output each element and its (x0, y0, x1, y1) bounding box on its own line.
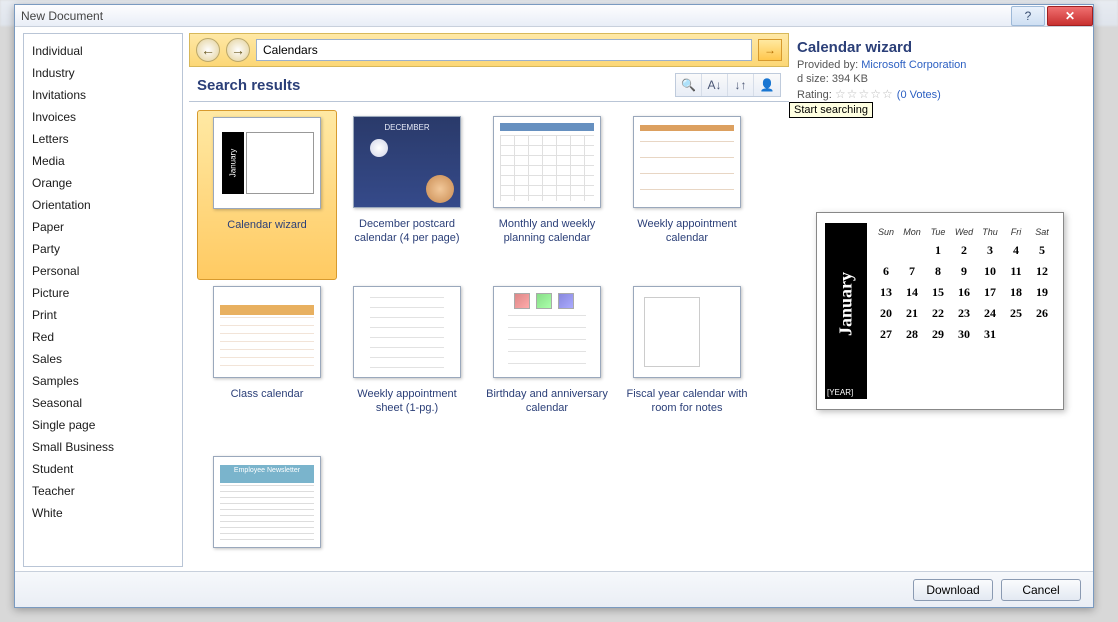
sidebar-item[interactable]: Single page (26, 414, 180, 436)
size-label: d size: (797, 73, 829, 85)
results-toolbar: 🔍 A↓ ↓↑ 👤 (675, 73, 781, 97)
sidebar-item[interactable]: Personal (26, 260, 180, 282)
template-item[interactable]: Monthly and weekly planning calendar (477, 110, 617, 280)
sidebar-item[interactable]: Small Business (26, 436, 180, 458)
template-thumbnail (493, 286, 601, 378)
sidebar-item[interactable]: Party (26, 238, 180, 260)
new-document-dialog: New Document ? ✕ IndividualIndustryInvit… (14, 4, 1094, 608)
results-title: Search results (197, 77, 300, 94)
search-bar: ← → → (189, 33, 789, 67)
arrow-right-icon: → (231, 42, 245, 58)
template-item[interactable]: December postcard calendar (4 per page) (337, 110, 477, 280)
preview-area: January [YEAR] SunMonTueWedThuFriSat1234… (795, 102, 1085, 567)
sidebar-item[interactable]: Student (26, 458, 180, 480)
detail-title: Calendar wizard (795, 33, 1085, 58)
results-header: Search results 🔍 A↓ ↓↑ 👤 (189, 67, 789, 101)
download-button[interactable]: Download (913, 579, 993, 601)
sidebar-item[interactable]: Individual (26, 40, 180, 62)
template-label: Birthday and anniversary calendar (483, 388, 611, 416)
sidebar-item[interactable]: Samples (26, 370, 180, 392)
sort-name-button[interactable]: A↓ (702, 74, 728, 96)
community-button[interactable]: 👤 (754, 74, 780, 96)
rating-stars-icon: ☆☆☆☆☆ (835, 87, 894, 101)
template-label: Class calendar (231, 388, 304, 402)
nav-back-button[interactable]: ← (196, 38, 220, 62)
template-label: Weekly appointment sheet (1-pg.) (343, 388, 471, 416)
template-label: Monthly and weekly planning calendar (483, 218, 611, 246)
rating-label: Rating: (797, 89, 832, 101)
template-label: Calendar wizard (227, 219, 306, 233)
sidebar-item[interactable]: Picture (26, 282, 180, 304)
template-thumbnail (213, 286, 321, 378)
template-thumbnail (493, 116, 601, 208)
center-panel: ← → → Search results 🔍 A↓ ↓↑ 👤 (189, 33, 789, 567)
detail-size: d size: 394 KB (795, 72, 1085, 86)
sidebar-item[interactable]: Red (26, 326, 180, 348)
template-item[interactable]: Calendar wizard (197, 110, 337, 280)
preview-grid: SunMonTueWedThuFriSat1234567891011121314… (873, 227, 1055, 342)
template-item[interactable]: Class calendar (197, 280, 337, 450)
detail-rating: Rating: ☆☆☆☆☆ (0 Votes) (795, 86, 1085, 102)
sort-rating-button[interactable]: ↓↑ (728, 74, 754, 96)
search-input[interactable] (256, 39, 752, 61)
template-thumbnail (213, 456, 321, 548)
results-list[interactable]: Calendar wizard December postcard calenda… (189, 101, 789, 567)
sidebar-item[interactable]: Industry (26, 62, 180, 84)
template-thumbnail (633, 286, 741, 378)
template-label: Fiscal year calendar with room for notes (623, 388, 751, 416)
window-controls: ? ✕ (1011, 6, 1093, 26)
sidebar-item[interactable]: Letters (26, 128, 180, 150)
votes-link[interactable]: (0 Votes) (897, 89, 941, 101)
sidebar-item[interactable]: Teacher (26, 480, 180, 502)
dialog-body: IndividualIndustryInvitationsInvoicesLet… (15, 27, 1093, 567)
sidebar-item[interactable]: Media (26, 150, 180, 172)
template-item[interactable] (197, 450, 337, 567)
nav-forward-button[interactable]: → (226, 38, 250, 62)
template-item[interactable]: Birthday and anniversary calendar (477, 280, 617, 450)
template-preview: January [YEAR] SunMonTueWedThuFriSat1234… (816, 212, 1064, 410)
titlebar: New Document ? ✕ (15, 5, 1093, 27)
cancel-button[interactable]: Cancel (1001, 579, 1081, 601)
window-title: New Document (21, 9, 103, 23)
search-go-button[interactable]: → (758, 39, 782, 61)
preview-year: [YEAR] (827, 388, 853, 397)
arrow-left-icon: ← (201, 42, 215, 58)
sidebar-item[interactable]: Seasonal (26, 392, 180, 414)
help-button[interactable]: ? (1011, 6, 1045, 26)
sidebar-item[interactable]: White (26, 502, 180, 524)
template-label: Weekly appointment calendar (623, 218, 751, 246)
sort-az-icon: A↓ (707, 78, 721, 92)
template-thumbnail (353, 286, 461, 378)
preview-month: January (825, 223, 867, 385)
template-item[interactable]: Weekly appointment calendar (617, 110, 757, 280)
template-thumbnail (213, 117, 321, 209)
sort-icon: ↓↑ (735, 78, 747, 92)
search-tooltip: Start searching (789, 102, 873, 118)
sidebar-item[interactable]: Orientation (26, 194, 180, 216)
template-label: December postcard calendar (4 per page) (343, 218, 471, 246)
arrow-right-icon: → (764, 43, 776, 57)
size-value: 394 KB (832, 73, 868, 85)
sidebar-item[interactable]: Print (26, 304, 180, 326)
sidebar-item[interactable]: Invoices (26, 106, 180, 128)
sidebar-item[interactable]: Paper (26, 216, 180, 238)
sidebar-item[interactable]: Sales (26, 348, 180, 370)
provider-link[interactable]: Microsoft Corporation (861, 59, 966, 71)
template-item[interactable]: Weekly appointment sheet (1-pg.) (337, 280, 477, 450)
dialog-footer: Download Cancel (15, 571, 1093, 607)
magnifier-icon: 🔍 (681, 78, 696, 92)
sidebar-item[interactable]: Invitations (26, 84, 180, 106)
template-item[interactable]: Fiscal year calendar with room for notes (617, 280, 757, 450)
person-icon: 👤 (760, 78, 775, 92)
detail-provided-by: Provided by: Microsoft Corporation (795, 58, 1085, 72)
template-thumbnail (353, 116, 461, 208)
close-button[interactable]: ✕ (1047, 6, 1093, 26)
provided-label: Provided by: (797, 59, 858, 71)
sidebar-item[interactable]: Orange (26, 172, 180, 194)
category-sidebar[interactable]: IndividualIndustryInvitationsInvoicesLet… (23, 33, 183, 567)
template-thumbnail (633, 116, 741, 208)
view-zoom-button[interactable]: 🔍 (676, 74, 702, 96)
